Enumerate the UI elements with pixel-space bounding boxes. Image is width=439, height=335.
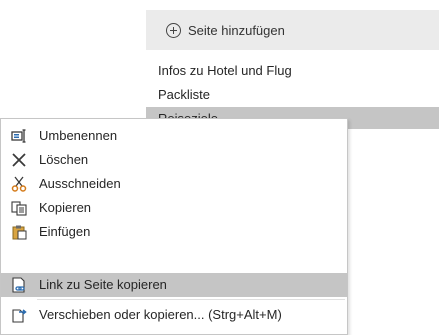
menu-separator: [37, 299, 345, 300]
page-item-hotel[interactable]: Infos zu Hotel und Flug: [146, 59, 439, 81]
menu-item-copy-link[interactable]: Link zu Seite kopieren: [1, 273, 347, 297]
menu-item-label: Löschen: [39, 152, 89, 167]
rename-icon: [11, 129, 26, 143]
menu-item-label: Kopieren: [39, 200, 92, 215]
menu-item-label: Link zu Seite kopieren: [39, 277, 167, 292]
context-menu: Umbenennen Löschen Ausschneiden Kopieren: [0, 118, 348, 335]
page-item-label: Infos zu Hotel und Flug: [158, 62, 292, 78]
page-item-packliste[interactable]: Packliste: [146, 83, 439, 105]
move-page-icon: [12, 309, 27, 323]
menu-item-label: Ausschneiden: [39, 176, 121, 191]
copy-icon: [11, 201, 27, 216]
scissors-icon: [11, 176, 27, 192]
menu-item-rename[interactable]: Umbenennen: [1, 124, 347, 148]
menu-item-paste[interactable]: Einfügen: [1, 220, 347, 244]
page-item-label: Packliste: [158, 86, 211, 102]
menu-item-copy[interactable]: Kopieren: [1, 196, 347, 220]
add-page-button[interactable]: Seite hinzufügen: [146, 10, 439, 50]
menu-item-label: Umbenennen: [39, 128, 118, 143]
delete-x-icon: [12, 153, 26, 167]
menu-item-label: Einfügen: [39, 224, 91, 239]
link-page-icon: [12, 277, 25, 293]
add-circle-icon: [166, 22, 181, 38]
menu-item-move-copy[interactable]: Verschieben oder kopieren... (Strg+Alt+M…: [1, 303, 347, 327]
add-page-label: Seite hinzufügen: [188, 22, 285, 38]
menu-item-delete[interactable]: Löschen: [1, 148, 347, 172]
menu-item-cut[interactable]: Ausschneiden: [1, 172, 347, 196]
menu-item-label: Verschieben oder kopieren... (Strg+Alt+M…: [39, 307, 282, 322]
paste-icon: [12, 225, 27, 240]
